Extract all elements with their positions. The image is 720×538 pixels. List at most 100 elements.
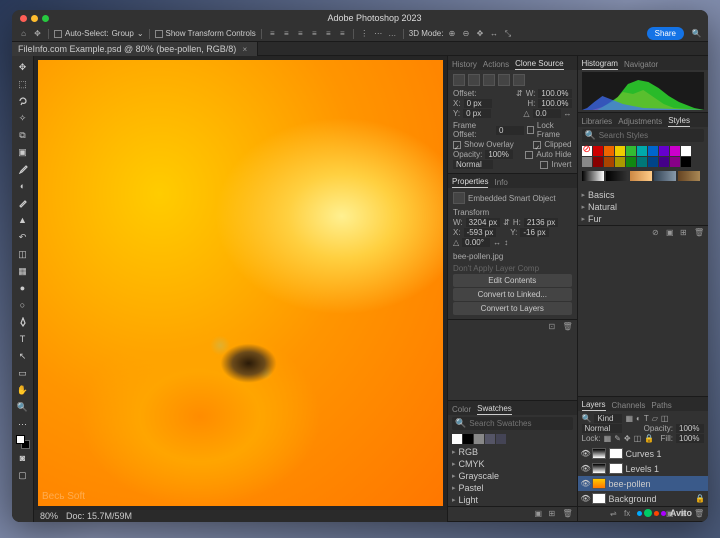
h-value[interactable]: 100.0% <box>538 99 571 108</box>
delete-icon[interactable]: 🗑 <box>563 509 573 519</box>
zoom-tool-icon[interactable]: 🔍 <box>15 399 31 415</box>
clipped-checkbox[interactable] <box>533 141 541 149</box>
clone-src-1-icon[interactable] <box>453 74 465 86</box>
fg-bg-color[interactable] <box>16 435 30 449</box>
flip-h-icon[interactable]: ↔ <box>564 109 572 118</box>
layer-row[interactable]: 👁 Curves 1 <box>578 446 709 461</box>
layer-name[interactable]: Background <box>609 494 657 504</box>
tab-libraries[interactable]: Libraries <box>582 117 613 127</box>
w-value[interactable]: 100.0% <box>538 89 571 98</box>
auto-select-checkbox[interactable] <box>54 30 62 38</box>
layer-blend-select[interactable]: Normal <box>582 424 622 433</box>
swatch-folder-light[interactable]: Light <box>448 494 577 506</box>
align-middle-icon[interactable]: ≡ <box>323 28 334 39</box>
crop-tool-icon[interactable]: ⧉ <box>15 127 31 143</box>
wand-tool-icon[interactable]: ✧ <box>15 110 31 126</box>
style[interactable] <box>604 146 614 156</box>
frame-offset-value[interactable]: 0 <box>496 126 524 135</box>
filter-type-icon[interactable]: T <box>644 414 649 423</box>
style-folder-basics[interactable]: Basics <box>578 189 709 201</box>
link-layers-icon[interactable]: ⇌ <box>610 509 620 519</box>
pen-tool-icon[interactable] <box>15 314 31 330</box>
style[interactable] <box>615 146 625 156</box>
layer-opacity-value[interactable]: 100% <box>676 424 704 433</box>
marquee-tool-icon[interactable]: ⬚ <box>15 76 31 92</box>
close-window-icon[interactable] <box>20 15 27 22</box>
chevron-down-icon[interactable]: ⌄ <box>137 29 144 38</box>
layer-kind-icon[interactable]: 🔍 <box>582 414 592 423</box>
layer-name[interactable]: Curves 1 <box>626 449 662 459</box>
style[interactable] <box>626 146 636 156</box>
swatch-search-input[interactable] <box>469 419 559 428</box>
eyedropper-tool-icon[interactable] <box>15 161 31 177</box>
tab-adjustments[interactable]: Adjustments <box>618 117 662 127</box>
align-right-icon[interactable]: ≡ <box>295 28 306 39</box>
style[interactable] <box>604 157 614 167</box>
search-icon[interactable]: 🔍 <box>691 28 702 39</box>
style-folder-fur[interactable]: Fur <box>578 213 709 225</box>
new-style-icon[interactable]: ⊞ <box>680 228 690 238</box>
swatch[interactable] <box>463 434 473 444</box>
swatch[interactable] <box>485 434 495 444</box>
visibility-icon[interactable]: 👁 <box>581 464 589 473</box>
invert-checkbox[interactable] <box>540 161 548 169</box>
new-group-icon[interactable]: ▣ <box>666 228 676 238</box>
prop-h-value[interactable]: 2136 px <box>524 218 558 227</box>
delete-layer-icon[interactable]: 🗑 <box>694 509 704 519</box>
align-top-icon[interactable]: ≡ <box>309 28 320 39</box>
edit-toolbar-icon[interactable]: ⋯ <box>15 416 31 432</box>
prop-x-value[interactable]: -593 px <box>464 228 497 237</box>
maximize-window-icon[interactable] <box>42 15 49 22</box>
align-left-icon[interactable]: ≡ <box>267 28 278 39</box>
clone-src-4-icon[interactable] <box>498 74 510 86</box>
style[interactable] <box>593 157 603 167</box>
swatch-folder-grayscale[interactable]: Grayscale <box>448 470 577 482</box>
tab-navigator[interactable]: Navigator <box>624 60 658 70</box>
tab-histogram[interactable]: Histogram <box>582 59 618 70</box>
clone-src-5-icon[interactable] <box>513 74 525 86</box>
convert-layers-button[interactable]: Convert to Layers <box>453 302 572 315</box>
style[interactable] <box>637 157 647 167</box>
lasso-tool-icon[interactable] <box>15 93 31 109</box>
tab-info[interactable]: Info <box>494 178 507 188</box>
show-overlay-checkbox[interactable] <box>453 141 461 149</box>
style[interactable] <box>648 157 658 167</box>
align-bottom-icon[interactable]: ≡ <box>337 28 348 39</box>
swatch[interactable] <box>452 434 462 444</box>
clone-src-2-icon[interactable] <box>468 74 480 86</box>
clone-src-3-icon[interactable] <box>483 74 495 86</box>
more-options-icon[interactable]: … <box>387 28 398 39</box>
style[interactable] <box>648 146 658 156</box>
move-tool-icon[interactable]: ✥ <box>15 59 31 75</box>
gradient-tool-icon[interactable]: ▦ <box>15 263 31 279</box>
layer-kind-select[interactable]: Kind <box>594 414 622 423</box>
link-icon[interactable]: ⇵ <box>516 89 523 98</box>
style[interactable] <box>659 157 669 167</box>
distribute-v-icon[interactable]: ⋯ <box>373 28 384 39</box>
swatch[interactable] <box>496 434 506 444</box>
quick-mask-icon[interactable]: ◙ <box>15 450 31 466</box>
style-gradient[interactable] <box>606 171 628 181</box>
swatch-search[interactable]: 🔍 <box>452 417 573 430</box>
style[interactable] <box>681 146 691 156</box>
style[interactable] <box>626 157 636 167</box>
move-tool-icon[interactable]: ✥ <box>32 28 43 39</box>
visibility-icon[interactable]: 👁 <box>581 449 589 458</box>
style-none[interactable]: ⊘ <box>582 146 592 156</box>
swatch-folder-pastel[interactable]: Pastel <box>448 482 577 494</box>
orbit-icon[interactable]: ⊕ <box>446 28 457 39</box>
visibility-icon[interactable]: 👁 <box>581 494 589 503</box>
new-group-icon[interactable]: ▣ <box>535 509 545 519</box>
style[interactable] <box>593 146 603 156</box>
share-button[interactable]: Share <box>647 27 684 40</box>
auto-hide-checkbox[interactable] <box>525 151 533 159</box>
overlay-blend-select[interactable]: Normal <box>453 160 493 169</box>
home-icon[interactable]: ⌂ <box>18 28 29 39</box>
style[interactable] <box>637 146 647 156</box>
tab-history[interactable]: History <box>452 60 477 70</box>
layer-row[interactable]: 👁 Levels 1 <box>578 461 709 476</box>
style[interactable] <box>681 157 691 167</box>
auto-select-mode[interactable]: Group <box>112 29 134 38</box>
flip-v-icon[interactable]: ↕ <box>504 238 508 247</box>
x-value[interactable]: 0 px <box>464 99 492 108</box>
